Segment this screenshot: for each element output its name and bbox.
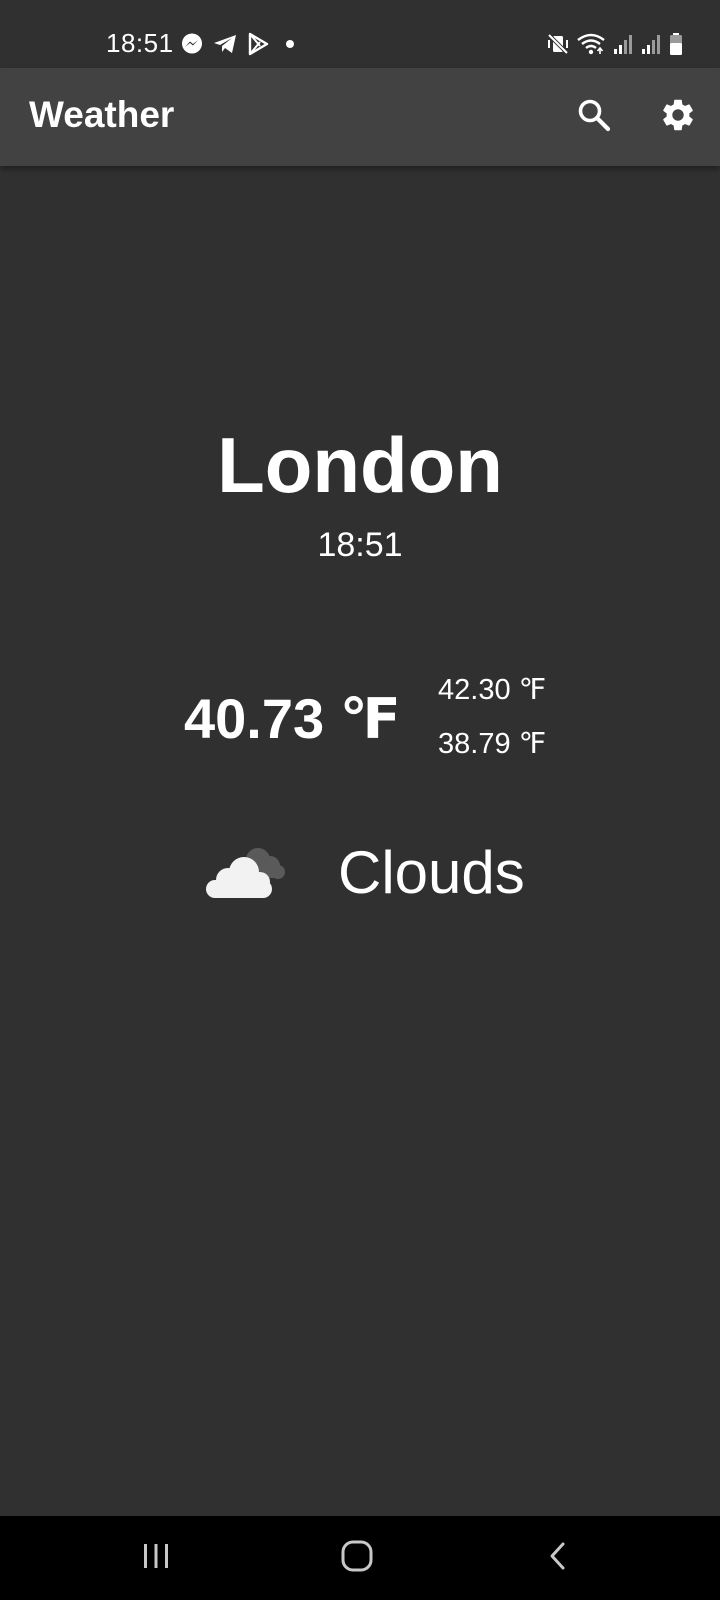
- gear-icon: [659, 96, 697, 139]
- play-store-icon: [246, 32, 270, 56]
- settings-button[interactable]: [656, 95, 700, 139]
- weather-screen: 18:51 Weather London 18:51 40.73 ℉ 42.30…: [0, 0, 720, 1600]
- back-icon: [543, 1540, 575, 1577]
- status-system-icons: [546, 30, 684, 58]
- telegram-icon: [212, 32, 238, 56]
- back-button[interactable]: [535, 1534, 583, 1582]
- mute-vibrate-icon: [546, 32, 570, 56]
- search-button[interactable]: [572, 95, 616, 139]
- app-bar: Weather: [0, 68, 720, 166]
- search-icon: [576, 97, 612, 138]
- status-notification-icons: [180, 30, 300, 58]
- home-icon: [339, 1538, 375, 1579]
- battery-icon: [668, 32, 684, 56]
- city-name: London: [217, 421, 503, 509]
- wifi-icon: [576, 32, 606, 56]
- status-time: 18:51: [106, 28, 174, 58]
- signal-icon: [612, 32, 634, 56]
- recents-button[interactable]: [132, 1534, 180, 1582]
- current-temperature: 40.73 ℉: [184, 687, 401, 750]
- signal-icon: [640, 32, 662, 56]
- status-bar: 18:51: [0, 0, 720, 68]
- weather-condition: Clouds: [338, 839, 525, 906]
- min-temperature: 38.79 ℉: [438, 728, 547, 760]
- app-title: Weather: [29, 94, 175, 135]
- notification-dot-icon: [278, 32, 300, 56]
- navigation-bar: [0, 1516, 720, 1600]
- local-time: 18:51: [317, 526, 403, 564]
- max-temperature: 42.30 ℉: [438, 674, 547, 706]
- messenger-icon: [180, 32, 204, 56]
- home-button[interactable]: [333, 1534, 381, 1582]
- clouds-icon: [206, 842, 290, 900]
- recents-icon: [140, 1540, 172, 1577]
